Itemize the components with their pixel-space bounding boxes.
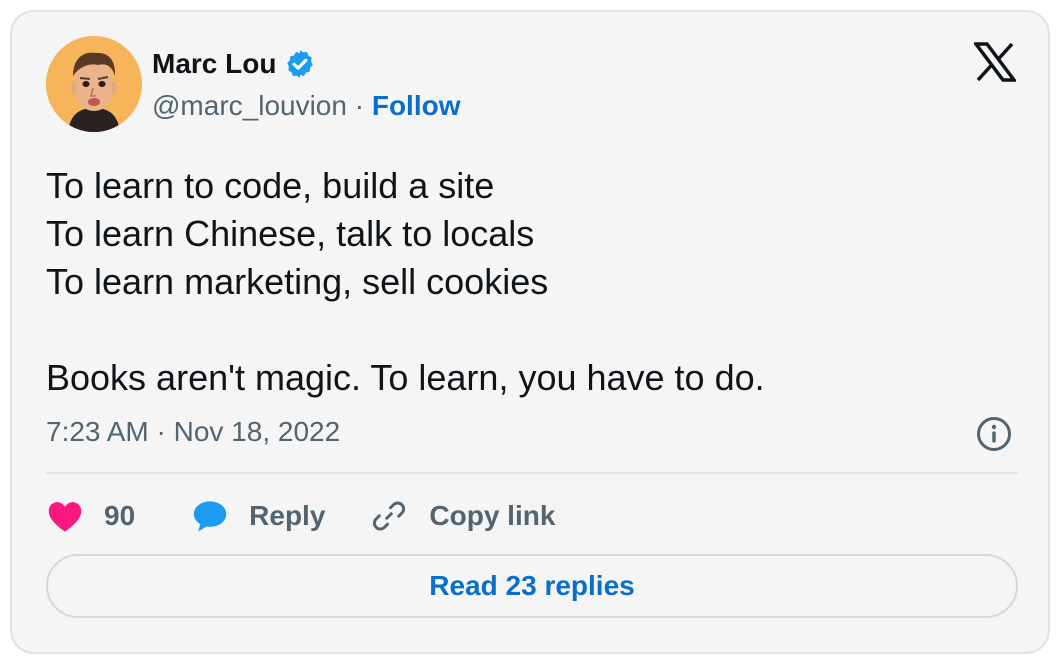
link-icon: [373, 501, 406, 531]
like-count: 90: [104, 500, 136, 531]
x-logo-icon[interactable]: [974, 42, 1016, 82]
info-icon[interactable]: [976, 416, 1012, 452]
copy-link-button[interactable]: Copy link: [371, 498, 555, 534]
tweet-line: To learn marketing, sell cookies: [46, 261, 549, 302]
follow-button[interactable]: Follow: [372, 90, 461, 121]
tweet-text: To learn to code, build a site To learn …: [46, 162, 1006, 402]
heart-icon: [48, 502, 82, 532]
reply-button[interactable]: Reply: [191, 499, 325, 533]
avatar-face-image: [46, 36, 142, 132]
handle-separator: ·: [354, 90, 372, 121]
copy-link-label: Copy link: [429, 500, 556, 531]
avatar[interactable]: [46, 36, 142, 132]
tweet-line: [46, 306, 1006, 354]
author-handle[interactable]: @marc_louvion: [152, 90, 347, 121]
speech-bubble-icon: [193, 501, 227, 532]
tweet-line: To learn to code, build a site: [46, 165, 495, 206]
divider: [46, 472, 1018, 474]
tweet-card: Marc Lou @marc_louvion · Follow To learn…: [10, 10, 1050, 654]
like-button[interactable]: 90: [46, 499, 135, 533]
tweet-timestamp[interactable]: 7:23 AM · Nov 18, 2022: [46, 416, 340, 448]
verified-badge-icon: [287, 50, 314, 78]
tweet-line: To learn Chinese, talk to locals: [46, 213, 535, 254]
read-replies-label: Read 23 replies: [429, 570, 635, 601]
tweet-line: Books aren't magic. To learn, you have t…: [46, 357, 765, 398]
read-replies-button[interactable]: Read 23 replies: [46, 554, 1018, 618]
author-handle-row: @marc_louvion · Follow: [152, 90, 461, 122]
author-name[interactable]: Marc Lou: [152, 48, 276, 80]
author-name-row: Marc Lou: [152, 46, 316, 82]
tweet-actions: 90 Reply Copy link: [46, 494, 555, 538]
reply-label: Reply: [249, 500, 326, 531]
